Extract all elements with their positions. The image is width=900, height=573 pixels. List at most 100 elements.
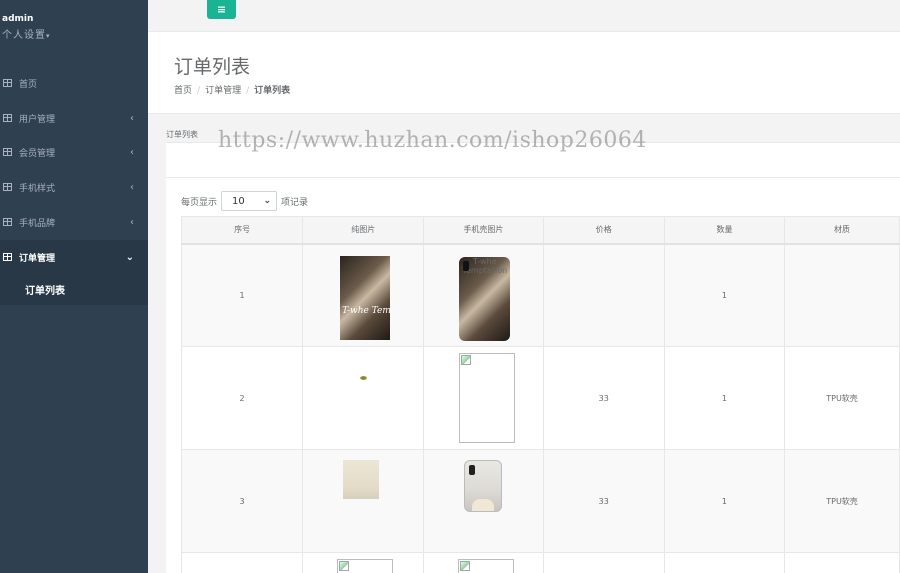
breadcrumb-separator: / [197,86,201,96]
sidebar-item-member-management[interactable]: 会员管理 ‹ [0,135,148,169]
table-row: 2 33 1 TPU软壳 [180,346,900,450]
phone-case-image[interactable]: T-whe Temptation [459,256,511,341]
cell-quantity [663,552,786,573]
top-navbar: ≡ [148,0,900,32]
sidebar-item-label: 订单管理 [19,253,56,264]
page-heading: 订单列表 首页 / 订单管理 / 订单列表 [148,32,900,114]
cat-picture [472,498,495,511]
page-length-control: 每页显示 10 ⌄ 项记录 [181,191,308,211]
cell-case-image [423,449,544,553]
chevron-left-icon: ‹ [130,216,134,228]
page-title: 订单列表 [174,56,251,78]
sidebar-item-home[interactable]: 首页 [0,66,148,100]
orders-table: 序号 纯图片 手机壳图片 价格 数量 材质 1 T-whe Temptation [180,216,900,573]
cell-material: TPU软壳 [784,449,900,553]
cell-index: 1 [180,243,304,347]
username: admin [2,14,34,24]
page-length-suffix: 项记录 [281,197,309,208]
broken-image-icon [460,560,471,571]
product-image[interactable] [337,558,394,573]
table-row: 3 33 1 TPU软壳 [180,449,900,553]
phone-case-image[interactable] [458,558,515,573]
menu-toggle-button[interactable]: ≡ [207,0,236,19]
page-length-value: 10 [232,195,245,207]
image-script-text: T-whe Temptation [462,256,508,275]
product-image[interactable] [343,459,380,499]
sidebar-item-label: 用户管理 [19,114,56,125]
product-image[interactable]: T-whe Temptation [340,255,391,340]
broken-image-icon [461,354,472,365]
phone-case-image[interactable] [459,352,516,443]
hamburger-icon: ≡ [216,3,227,16]
table-header-row: 序号 纯图片 手机壳图片 价格 数量 材质 [180,216,900,245]
phone-case-image[interactable] [464,459,503,512]
cell-case-image: T-whe Temptation [423,243,544,347]
table-icon [3,79,12,87]
sidebar-submenu: 订单列表 [0,273,148,305]
chevron-down-icon: ⌄ [263,196,272,206]
cell-quantity: 1 [663,449,786,553]
column-header-case-image[interactable]: 手机壳图片 [423,216,544,245]
broken-image-icon [339,560,350,571]
sidebar-item-phone-style[interactable]: 手机样式 ‹ [0,170,148,204]
profile-settings-dropdown[interactable]: 个人设置▾ [2,26,51,41]
table-row [180,552,900,573]
sidebar-subitem-order-list[interactable]: 订单列表 [25,282,65,297]
cell-case-image [423,552,544,573]
column-header-quantity[interactable]: 数量 [663,216,786,245]
sidebar-item-order-management[interactable]: 订单管理 ⌄ [0,240,148,274]
cell-plain-image: T-whe Temptation [302,243,425,347]
camera-icon [469,464,476,475]
user-profile: admin 个人设置▾ [2,14,51,41]
camera-icon [463,260,470,271]
cell-material: TPU软壳 [784,346,900,450]
breadcrumb: 首页 / 订单管理 / 订单列表 [174,83,290,96]
profile-settings-label: 个人设置 [2,30,46,41]
cell-index: 3 [180,449,304,553]
sidebar-item-label: 手机品牌 [19,218,56,229]
page-length-select[interactable]: 10 ⌄ [221,191,278,211]
sidebar: admin 个人设置▾ 首页 用户管理 ‹ 会员管理 ‹ 手机样式 ‹ 手机品牌… [0,0,148,573]
cell-case-image [423,346,544,450]
caret-down-icon: ▾ [46,32,51,40]
chevron-left-icon: ‹ [130,146,134,158]
watermark-text: https://www.huzhan.com/ishop26064 [218,128,647,153]
cell-material [784,552,900,573]
chevron-left-icon: ‹ [130,112,134,124]
cell-plain-image [302,346,425,450]
image-script-text: T-whe Temptation [342,305,391,316]
cell-price: 33 [542,449,665,553]
table-icon [3,218,12,226]
page-length-prefix: 每页显示 [181,197,218,208]
chevron-left-icon: ‹ [130,181,134,193]
cell-quantity: 1 [663,346,786,450]
cell-material [784,243,900,347]
sidebar-item-label: 手机样式 [19,183,56,194]
table-icon [3,253,12,261]
sidebar-item-phone-brand[interactable]: 手机品牌 ‹ [0,205,148,239]
cell-price [542,552,665,573]
table-icon [3,114,12,122]
column-header-plain-image[interactable]: 纯图片 [302,216,425,245]
cell-index [180,552,304,573]
table-row: 1 T-whe Temptation T-whe Temptation 1 [180,243,900,347]
box-title: 订单列表 [166,130,198,139]
column-header-price[interactable]: 价格 [542,216,665,245]
cell-index: 2 [180,346,304,450]
table-icon [3,183,12,191]
breadcrumb-current: 订单列表 [254,86,291,96]
sidebar-item-label: 会员管理 [19,148,56,159]
product-image[interactable] [360,375,368,380]
cell-plain-image [302,449,425,553]
cell-quantity: 1 [663,243,786,347]
breadcrumb-order-management[interactable]: 订单管理 [205,86,241,96]
chevron-down-icon: ⌄ [125,251,134,263]
breadcrumb-separator: / [246,86,250,96]
cell-price [542,243,665,347]
sidebar-item-user-management[interactable]: 用户管理 ‹ [0,101,148,135]
breadcrumb-home[interactable]: 首页 [174,86,192,96]
column-header-material[interactable]: 材质 [784,216,900,245]
cell-price: 33 [542,346,665,450]
column-header-index[interactable]: 序号 [180,216,304,245]
sidebar-item-label: 首页 [19,79,38,90]
